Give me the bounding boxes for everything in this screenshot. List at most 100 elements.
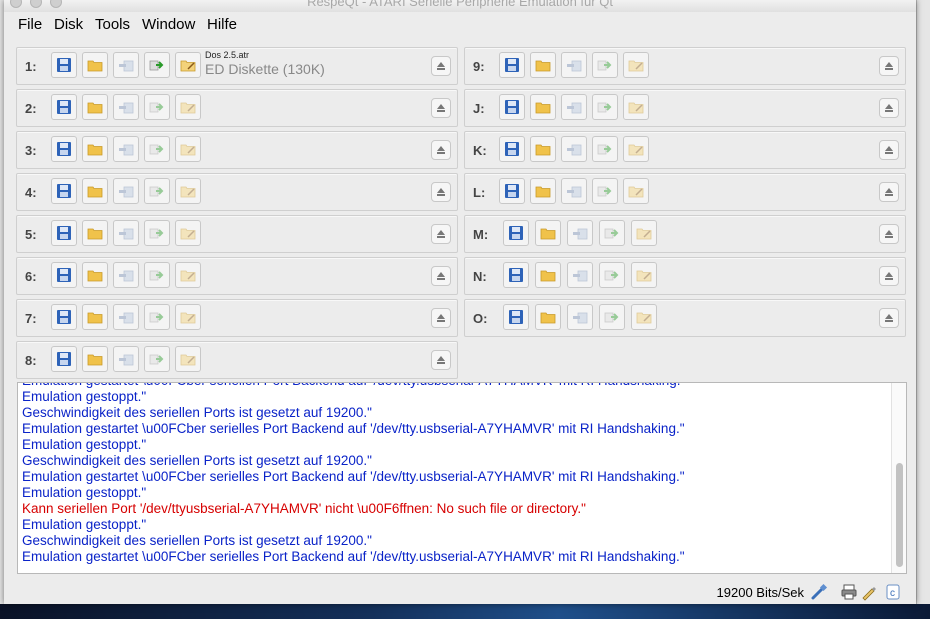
boot-disk-button[interactable] — [592, 136, 618, 162]
mount-disk-button[interactable] — [82, 52, 108, 78]
menu-tools[interactable]: Tools — [95, 16, 130, 33]
mount-disk-button[interactable] — [82, 262, 108, 288]
eject-button[interactable] — [879, 98, 899, 118]
log-view[interactable]: Emulation gestartet \u00FCber seriellen … — [17, 382, 907, 574]
mount-disk-button[interactable] — [535, 220, 561, 246]
boot-disk-button[interactable] — [592, 52, 618, 78]
unmount-disk-button[interactable] — [567, 220, 593, 246]
unmount-disk-button[interactable] — [113, 94, 139, 120]
boot-disk-button[interactable] — [599, 304, 625, 330]
edit-disk-button[interactable] — [631, 304, 657, 330]
eject-button[interactable] — [431, 308, 451, 328]
eject-button[interactable] — [431, 350, 451, 370]
save-disk-button[interactable] — [499, 94, 525, 120]
edit-disk-button[interactable] — [175, 94, 201, 120]
boot-disk-button[interactable] — [144, 52, 170, 78]
mount-disk-button[interactable] — [82, 304, 108, 330]
edit-disk-button[interactable] — [175, 220, 201, 246]
mount-disk-button[interactable] — [82, 220, 108, 246]
save-disk-button[interactable] — [51, 220, 77, 246]
serial-cable-icon[interactable] — [810, 583, 828, 601]
edit-disk-button[interactable] — [623, 136, 649, 162]
unmount-disk-button[interactable] — [567, 304, 593, 330]
menu-window[interactable]: Window — [142, 16, 195, 33]
eject-button[interactable] — [879, 56, 899, 76]
boot-disk-button[interactable] — [144, 262, 170, 288]
unmount-disk-button[interactable] — [561, 94, 587, 120]
boot-disk-button[interactable] — [144, 346, 170, 372]
mount-disk-button[interactable] — [530, 178, 556, 204]
boot-disk-button[interactable] — [144, 178, 170, 204]
mount-disk-button[interactable] — [82, 94, 108, 120]
unmount-disk-button[interactable] — [113, 220, 139, 246]
unmount-disk-button[interactable] — [561, 178, 587, 204]
edit-disk-button[interactable] — [175, 304, 201, 330]
edit-disk-button[interactable] — [631, 262, 657, 288]
eject-button[interactable] — [879, 224, 899, 244]
boot-disk-button[interactable] — [592, 94, 618, 120]
unmount-disk-button[interactable] — [113, 262, 139, 288]
edit-disk-button[interactable] — [175, 52, 201, 78]
eject-button[interactable] — [431, 98, 451, 118]
save-disk-button[interactable] — [503, 304, 529, 330]
mount-disk-button[interactable] — [82, 346, 108, 372]
edit-disk-button[interactable] — [623, 94, 649, 120]
save-disk-button[interactable] — [503, 262, 529, 288]
eject-button[interactable] — [879, 308, 899, 328]
unmount-disk-button[interactable] — [567, 262, 593, 288]
boot-disk-button[interactable] — [599, 220, 625, 246]
log-scrollbar[interactable] — [891, 383, 906, 573]
edit-disk-button[interactable] — [175, 346, 201, 372]
eject-button[interactable] — [431, 56, 451, 76]
mount-disk-button[interactable] — [535, 304, 561, 330]
save-disk-button[interactable] — [51, 178, 77, 204]
menu-hilfe[interactable]: Hilfe — [207, 16, 237, 33]
edit-disk-button[interactable] — [175, 178, 201, 204]
save-disk-button[interactable] — [503, 220, 529, 246]
boot-disk-button[interactable] — [144, 220, 170, 246]
pen-icon[interactable] — [860, 583, 878, 601]
eject-button[interactable] — [879, 140, 899, 160]
eject-button[interactable] — [879, 266, 899, 286]
log-scrollbar-thumb[interactable] — [896, 463, 903, 567]
mount-disk-button[interactable] — [530, 52, 556, 78]
boot-disk-button[interactable] — [144, 94, 170, 120]
save-disk-button[interactable] — [51, 262, 77, 288]
menu-file[interactable]: File — [18, 16, 42, 33]
unmount-disk-button[interactable] — [113, 52, 139, 78]
edit-disk-button[interactable] — [175, 262, 201, 288]
eject-button[interactable] — [431, 140, 451, 160]
printer-icon[interactable] — [840, 583, 858, 601]
mount-disk-button[interactable] — [82, 136, 108, 162]
eject-button[interactable] — [431, 224, 451, 244]
eject-button[interactable] — [431, 182, 451, 202]
edit-disk-button[interactable] — [623, 178, 649, 204]
save-disk-button[interactable] — [51, 304, 77, 330]
unmount-disk-button[interactable] — [561, 52, 587, 78]
edit-disk-button[interactable] — [631, 220, 657, 246]
save-disk-button[interactable] — [499, 52, 525, 78]
unmount-disk-button[interactable] — [561, 136, 587, 162]
save-disk-button[interactable] — [51, 52, 77, 78]
save-disk-button[interactable] — [51, 94, 77, 120]
save-disk-button[interactable] — [51, 346, 77, 372]
mount-disk-button[interactable] — [530, 136, 556, 162]
mount-disk-button[interactable] — [82, 178, 108, 204]
eject-button[interactable] — [879, 182, 899, 202]
mount-disk-button[interactable] — [530, 94, 556, 120]
boot-disk-button[interactable] — [599, 262, 625, 288]
menu-disk[interactable]: Disk — [54, 16, 83, 33]
boot-disk-button[interactable] — [144, 136, 170, 162]
unmount-disk-button[interactable] — [113, 136, 139, 162]
edit-disk-button[interactable] — [175, 136, 201, 162]
unmount-disk-button[interactable] — [113, 178, 139, 204]
unmount-disk-button[interactable] — [113, 346, 139, 372]
save-disk-button[interactable] — [51, 136, 77, 162]
mount-disk-button[interactable] — [535, 262, 561, 288]
edit-disk-button[interactable] — [623, 52, 649, 78]
eject-button[interactable] — [431, 266, 451, 286]
unmount-disk-button[interactable] — [113, 304, 139, 330]
clear-icon[interactable]: c — [884, 583, 902, 601]
save-disk-button[interactable] — [499, 178, 525, 204]
boot-disk-button[interactable] — [592, 178, 618, 204]
